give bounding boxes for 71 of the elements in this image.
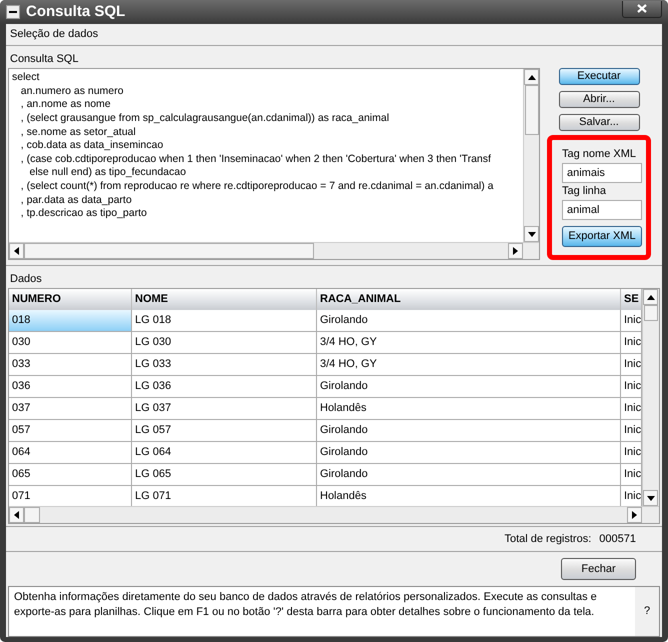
scrollbar-thumb[interactable] [24, 507, 40, 524]
window-title: Consulta SQL [26, 3, 126, 21]
table-cell: 3/4 HO, GY [317, 354, 621, 376]
code-line: , se.nome as setor_atual [20, 126, 137, 140]
code-line: , cob.data as data_insemincao [20, 139, 164, 153]
table-cell: LG 064 [132, 442, 317, 464]
column-header[interactable]: NUMERO [9, 289, 132, 310]
table-cell: 033 [9, 354, 132, 376]
code-line: , par.data as data_parto [20, 194, 133, 208]
table-cell: 3/4 HO, GY [317, 332, 621, 354]
scroll-right-icon[interactable] [508, 243, 523, 260]
table-cell: LG 030 [132, 332, 317, 354]
table-cell: 064 [9, 442, 132, 464]
code-line: , tp.descricao as tipo_parto [20, 207, 148, 221]
close-button[interactable]: Fechar [561, 558, 636, 580]
text-field[interactable]: animal [562, 200, 642, 220]
action-button[interactable]: Executar [558, 68, 640, 86]
close-icon[interactable] [622, 0, 662, 18]
help-button[interactable]: ? [635, 587, 659, 636]
table-cell: Girolando [317, 310, 621, 332]
code-line: , (case cob.cdtiporeproducao when 1 then 'Inseminacao' when 2 then 'Cobertura' when 3 then 'Transf [20, 152, 492, 166]
table-cell: Girolando [317, 442, 621, 464]
table-cell: Girolando [317, 420, 621, 442]
column-header[interactable]: RACA_ANIMAL [317, 289, 621, 310]
scrollbar-thumb[interactable] [644, 305, 658, 322]
field-label: Tag linha [562, 185, 608, 198]
scroll-down-icon[interactable] [643, 490, 658, 506]
table-cell: Girolando [317, 464, 621, 486]
action-button[interactable]: Abrir... [558, 91, 640, 108]
table-cell: Girolando [317, 376, 621, 398]
table-cell: 065 [9, 464, 132, 486]
total-label: Total de registros: [504, 532, 592, 546]
table-cell: LG 018 [132, 310, 317, 332]
window-menu-icon[interactable] [6, 5, 20, 19]
table-cell: 037 [9, 398, 132, 420]
code-line: else null end) as tipo_fecundacao [28, 166, 187, 180]
code-line: , (select count(*) from reproducao re where re.cdtiporeproducao = 7 and re.cdanimal = an.cdanimal) a [20, 180, 494, 194]
action-button[interactable]: Salvar... [558, 114, 640, 131]
table-cell: 018 [9, 310, 132, 332]
help-text: Obtenha informações diretamente do seu banco de dados através de relatórios personalizados. Execute as consultas e exporte-as para planilhas. Clique em F1 ou no botão '?' desta barra para obter detalhes sobre o funcionamento da tela. [13, 590, 598, 620]
total-value: 000571 [599, 532, 636, 546]
table-cell: LG 065 [132, 464, 317, 486]
scroll-down-icon[interactable] [524, 226, 539, 242]
scroll-up-icon[interactable] [643, 289, 658, 306]
table-cell: LG 057 [132, 420, 317, 442]
sql-editor[interactable] [8, 68, 540, 260]
scrollbar-thumb[interactable] [24, 243, 314, 260]
export-button[interactable]: Exportar XML [562, 226, 642, 248]
code-line: select [12, 71, 40, 85]
code-line: an.numero as numero [20, 84, 124, 98]
field-label: Tag nome XML [562, 148, 636, 161]
scroll-up-icon[interactable] [524, 69, 539, 86]
table-cell: 057 [9, 420, 132, 442]
code-line: , (select grausangue from sp_calculagrausangue(an.cdanimal)) as raca_animal [20, 112, 390, 126]
table-cell: LG 036 [132, 376, 317, 398]
section-title: Seleção de dados [6, 24, 662, 46]
table-cell: Holandês [317, 398, 621, 420]
scroll-left-icon[interactable] [9, 243, 24, 260]
table-cell: LG 033 [132, 354, 317, 376]
column-header[interactable]: NOME [132, 289, 317, 310]
code-line: , an.nome as nome [20, 98, 112, 112]
scroll-left-icon[interactable] [9, 507, 24, 524]
section-label: Dados [9, 272, 43, 288]
text-field[interactable]: animais [562, 163, 642, 183]
field-label: Consulta SQL [9, 52, 80, 67]
table-cell: 036 [9, 376, 132, 398]
table-cell: LG 037 [132, 398, 317, 420]
column-header[interactable]: SE [621, 289, 642, 310]
scroll-right-icon[interactable] [627, 507, 642, 524]
scrollbar-thumb[interactable] [524, 85, 538, 136]
table-cell: 030 [9, 332, 132, 354]
